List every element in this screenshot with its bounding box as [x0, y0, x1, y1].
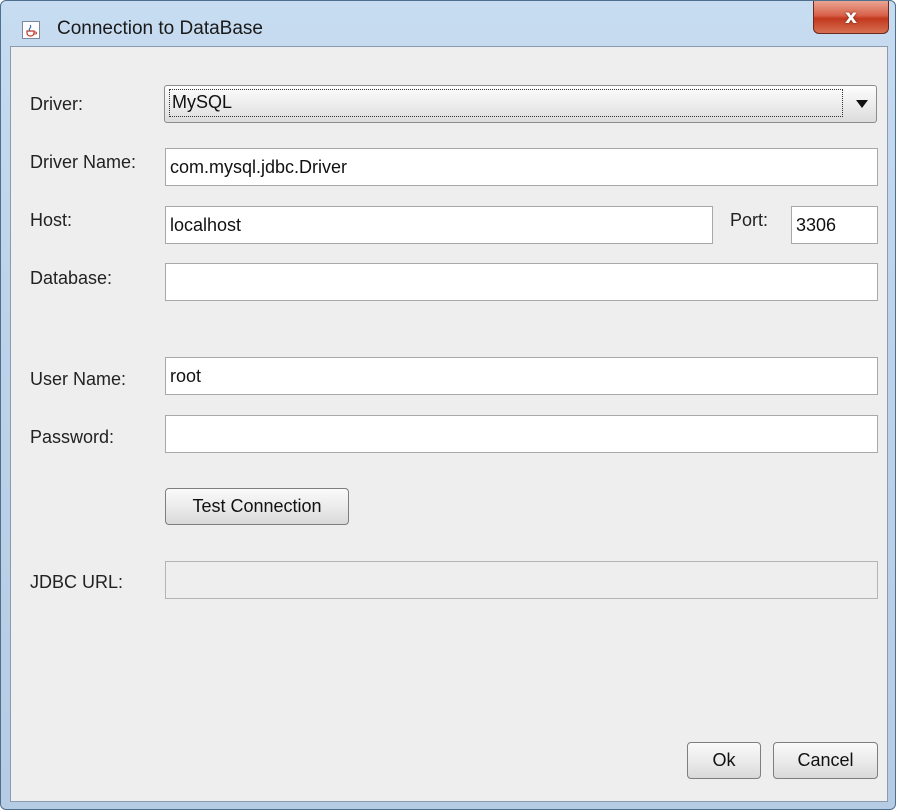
ok-button[interactable]: Ok — [687, 742, 761, 779]
close-button[interactable]: x — [813, 1, 889, 34]
dialog-window: Connection to DataBase x Driver: MySQL D… — [0, 0, 896, 810]
chevron-down-icon[interactable] — [856, 100, 868, 108]
password-field[interactable] — [165, 415, 878, 453]
host-field[interactable]: localhost — [165, 206, 713, 244]
jdbc-url-field — [165, 561, 878, 599]
user-name-field[interactable]: root — [165, 357, 878, 395]
user-name-label: User Name: — [30, 369, 127, 389]
password-label: Password: — [30, 427, 115, 447]
driver-select-value: MySQL — [169, 89, 843, 117]
close-icon: x — [844, 6, 858, 28]
port-field[interactable]: 3306 — [791, 206, 878, 244]
driver-name-field[interactable]: com.mysql.jdbc.Driver — [165, 148, 878, 186]
jdbc-url-label: JDBC URL: — [30, 572, 124, 592]
test-connection-button[interactable]: Test Connection — [165, 488, 349, 525]
database-label: Database: — [30, 268, 113, 288]
driver-select[interactable]: MySQL — [164, 85, 877, 123]
window-title: Connection to DataBase — [57, 18, 263, 39]
driver-label: Driver: — [30, 94, 83, 114]
java-cup-icon — [22, 21, 40, 39]
driver-name-label: Driver Name: — [30, 152, 137, 172]
database-field[interactable] — [165, 263, 878, 301]
host-label: Host: — [30, 210, 73, 230]
port-label: Port: — [730, 210, 769, 230]
title-bar[interactable]: Connection to DataBase x — [1, 1, 895, 45]
dialog-content: Driver: MySQL Driver Name: com.mysql.jdb… — [10, 46, 888, 802]
cancel-button[interactable]: Cancel — [773, 742, 878, 779]
